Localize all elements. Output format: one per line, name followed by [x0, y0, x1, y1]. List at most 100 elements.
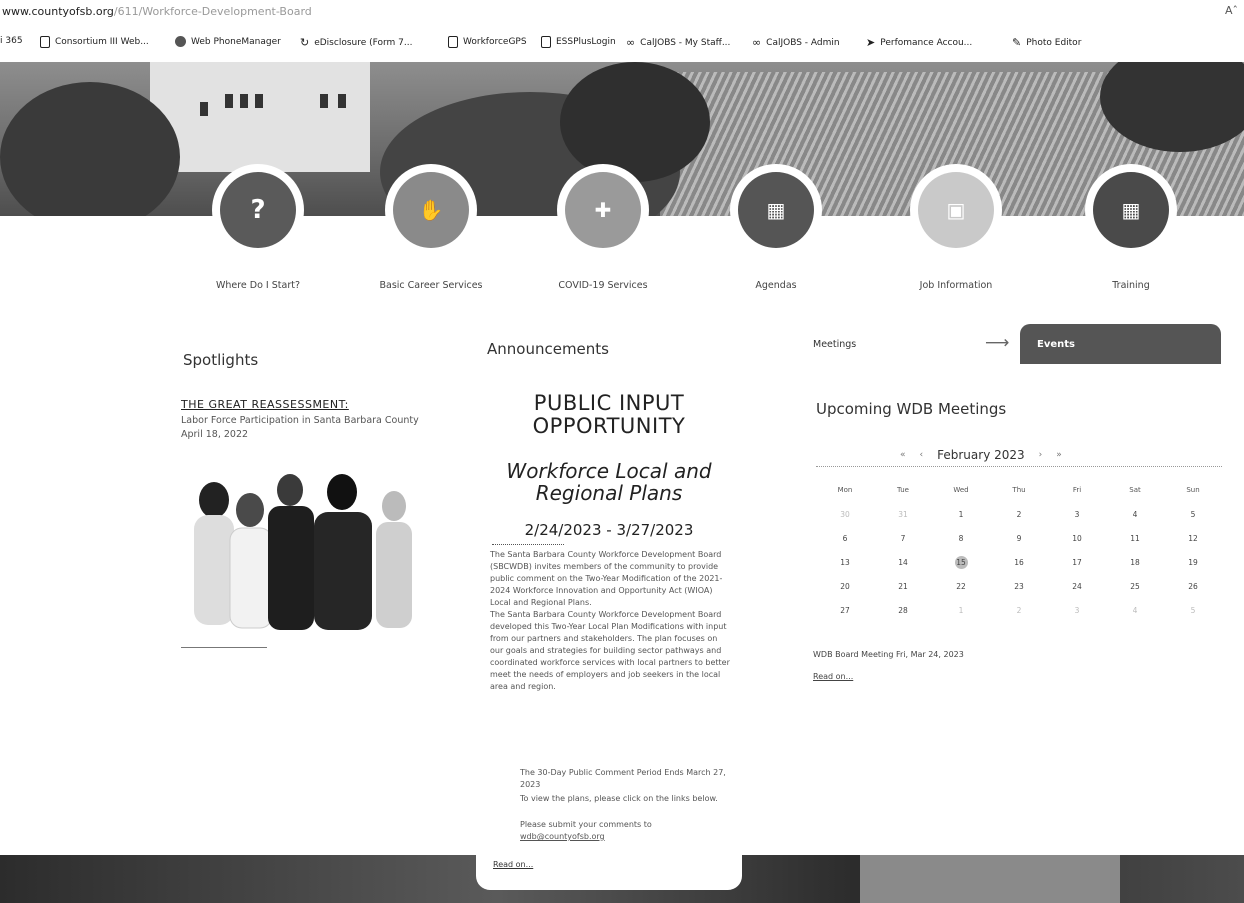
bookmark-item[interactable]: ↻ eDisclosure (Form 7...	[300, 36, 412, 49]
calendar-day[interactable]: 1	[932, 606, 990, 615]
announcement-paragraph: The Santa Barbara County Workforce Devel…	[490, 550, 723, 607]
announcements-title: Announcements	[487, 340, 609, 358]
calendar-day[interactable]: 24	[1048, 582, 1106, 591]
calendar-day[interactable]: 23	[990, 582, 1048, 591]
calendar-day[interactable]: 2	[990, 606, 1048, 615]
calendar-day[interactable]: 3	[1048, 606, 1106, 615]
spotlight-link[interactable]: THE GREAT REASSESSMENT:	[181, 398, 349, 411]
calendar-week-row: 20 21 22 23 24 25 26	[816, 574, 1222, 598]
bookmark-item[interactable]: WorkforceGPS	[448, 36, 527, 48]
meeting-item[interactable]: WDB Board Meeting Fri, Mar 24, 2023	[813, 650, 964, 659]
bookmark-item[interactable]: i 365	[0, 36, 23, 46]
calendar-day[interactable]: 28	[874, 606, 932, 615]
calendar-day[interactable]: 7	[874, 534, 932, 543]
calendar-day[interactable]: 10	[1048, 534, 1106, 543]
calendar-day[interactable]: 14	[874, 558, 932, 567]
address-bar[interactable]: www.countyofsb.org/611/Workforce-Develop…	[0, 0, 1244, 22]
calendar-day-today[interactable]: 15	[932, 555, 990, 569]
calendar-navigation: « ‹ February 2023 › »	[900, 448, 1120, 462]
calendar-day[interactable]: 20	[816, 582, 874, 591]
calendar-day[interactable]: 3	[1048, 510, 1106, 519]
covid-19-services-button[interactable]: ✚	[557, 164, 649, 256]
bookmark-item[interactable]: ∞ CalJOBS - My Staff...	[626, 36, 730, 49]
agendas-button[interactable]: ▦	[730, 164, 822, 256]
calendar-day[interactable]: 11	[1106, 534, 1164, 543]
arrow-right-icon: ⟶	[985, 333, 1010, 353]
calendar-week-row: 6 7 8 9 10 11 12	[816, 526, 1222, 550]
calendar-day[interactable]: 5	[1164, 510, 1222, 519]
meeting-read-on-link[interactable]: Read on...	[813, 672, 853, 681]
calendar-day[interactable]: 16	[990, 558, 1048, 567]
job-information-button[interactable]: ▣	[910, 164, 1002, 256]
basic-career-services-button[interactable]: ✋	[385, 164, 477, 256]
weekday-label: Thu	[1012, 486, 1026, 494]
bookmark-label: ESSPlusLogin	[556, 37, 616, 47]
pointer-icon: ➤	[866, 36, 876, 49]
announcement-bullet: To view the plans, please click on the l…	[520, 794, 718, 803]
calendar-day[interactable]: 1	[932, 510, 990, 519]
calendar-day[interactable]: 21	[874, 582, 932, 591]
calendar-week-row: 30 31 1 2 3 4 5	[816, 502, 1222, 526]
calendar-week-row: 27 28 1 2 3 4 5	[816, 598, 1222, 622]
calendar-day[interactable]: 27	[816, 606, 874, 615]
bookmark-item[interactable]: Web PhoneManager	[175, 36, 281, 47]
where-do-i-start-label[interactable]: Where Do I Start?	[183, 280, 333, 291]
next-year-icon[interactable]: »	[1056, 450, 1062, 460]
calendar-day[interactable]: 31	[874, 510, 932, 519]
training-label[interactable]: Training	[1056, 280, 1206, 291]
bookmark-label: Photo Editor	[1026, 37, 1082, 48]
calendar-day[interactable]: 18	[1106, 558, 1164, 567]
prev-year-icon[interactable]: «	[900, 450, 906, 460]
page-icon	[448, 36, 458, 48]
announcement-subheadline: Workforce Local and Regional Plans	[506, 459, 712, 505]
agendas-label[interactable]: Agendas	[701, 280, 851, 291]
bookmark-label: WorkforceGPS	[463, 37, 527, 47]
spotlight-description: Labor Force Participation in Santa Barba…	[181, 415, 419, 440]
calendar-day[interactable]: 13	[816, 558, 874, 567]
prev-month-icon[interactable]: ‹	[920, 450, 924, 460]
spotlights-title: Spotlights	[183, 351, 259, 369]
calendar-day[interactable]: 17	[1048, 558, 1106, 567]
weekday-label: Wed	[953, 486, 969, 494]
read-on-link[interactable]: Read on...	[493, 860, 533, 869]
bookmark-item[interactable]: ➤ Perfomance Accou...	[866, 36, 972, 49]
next-month-icon[interactable]: ›	[1039, 450, 1043, 460]
calendar-day[interactable]: 26	[1164, 582, 1222, 591]
basic-career-services-label[interactable]: Basic Career Services	[356, 280, 506, 291]
tab-events[interactable]: Events	[1020, 324, 1221, 364]
date-divider	[492, 544, 564, 545]
calendar-grid-icon: ▦	[738, 172, 814, 248]
calendar-day[interactable]: 30	[816, 510, 874, 519]
calendar-day[interactable]: 9	[990, 534, 1048, 543]
calendar-day[interactable]: 5	[1164, 606, 1222, 615]
page-icon	[40, 36, 50, 48]
tab-meetings[interactable]: Meetings	[813, 339, 856, 350]
calendar-day[interactable]: 6	[816, 534, 874, 543]
bookmark-item[interactable]: ∞ CalJOBS - Admin	[752, 36, 840, 49]
calendar-day[interactable]: 12	[1164, 534, 1222, 543]
calendar-day[interactable]: 2	[990, 510, 1048, 519]
calendar-day[interactable]: 4	[1106, 606, 1164, 615]
reader-mode-icon[interactable]: Aˆ	[1225, 4, 1238, 17]
editor-icon: ✎	[1012, 36, 1022, 49]
training-button[interactable]: ▦	[1085, 164, 1177, 256]
weekday-label: Fri	[1072, 486, 1082, 494]
where-do-i-start-button[interactable]: ?	[212, 164, 304, 256]
bookmark-item[interactable]: ESSPlusLogin	[541, 36, 616, 48]
weekday-label: Sun	[1186, 486, 1200, 494]
job-information-label[interactable]: Job Information	[881, 280, 1031, 291]
calendar-day[interactable]: 4	[1106, 510, 1164, 519]
calendar-day[interactable]: 25	[1106, 582, 1164, 591]
announcement-date-range: 2/24/2023 - 3/27/2023	[524, 521, 694, 539]
briefcase-icon: ▣	[918, 172, 994, 248]
globe-icon	[175, 36, 186, 47]
bookmark-item[interactable]: ✎ Photo Editor	[1012, 36, 1081, 49]
bookmark-label: CalJOBS - Admin	[766, 37, 840, 48]
bookmark-item[interactable]: Consortium III Web...	[40, 36, 149, 48]
weekday-label: Mon	[837, 486, 853, 494]
calendar-day[interactable]: 8	[932, 534, 990, 543]
calendar-day[interactable]: 19	[1164, 558, 1222, 567]
covid-19-services-label[interactable]: COVID-19 Services	[528, 280, 678, 291]
email-link[interactable]: wdb@countyofsb.org	[520, 832, 605, 841]
calendar-day[interactable]: 22	[932, 582, 990, 591]
